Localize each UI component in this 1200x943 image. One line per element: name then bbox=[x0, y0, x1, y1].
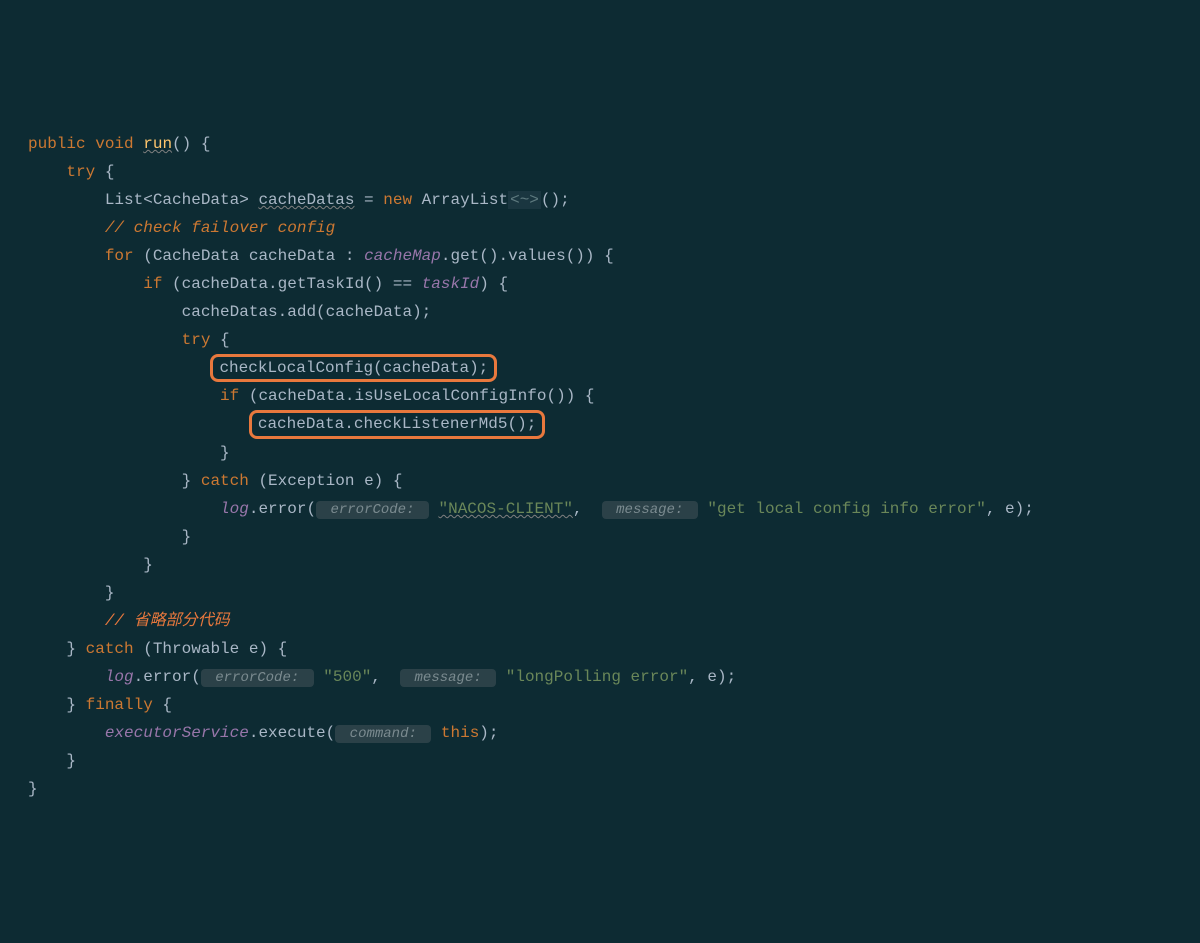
string-500: "500" bbox=[323, 668, 371, 686]
brace-close: } bbox=[66, 640, 76, 658]
comment-omitted: // 省略部分代码 bbox=[105, 612, 230, 630]
keyword-public: public bbox=[28, 135, 86, 153]
text: , e); bbox=[688, 668, 736, 686]
stmt-checklistener: cacheData.checkListenerMd5(); bbox=[258, 415, 536, 433]
text: (Throwable e) { bbox=[134, 640, 288, 658]
field-taskid: taskId bbox=[422, 275, 480, 293]
hint-message: message: bbox=[602, 501, 698, 519]
keyword-try-inner: try bbox=[182, 331, 211, 349]
text: () { bbox=[172, 135, 210, 153]
text: ) { bbox=[479, 275, 508, 293]
text: .get().values()) { bbox=[441, 247, 614, 265]
brace-close: } bbox=[28, 780, 38, 798]
brace-close: } bbox=[143, 556, 153, 574]
keyword-catch: catch bbox=[191, 472, 249, 490]
text: (); bbox=[541, 191, 570, 209]
text: (cacheData.getTaskId() == bbox=[162, 275, 421, 293]
brace-close: } bbox=[182, 472, 192, 490]
hint-errorcode-2: errorCode: bbox=[201, 669, 314, 687]
op-eq: = bbox=[354, 191, 383, 209]
brace-close: } bbox=[66, 696, 76, 714]
comma: , bbox=[371, 668, 390, 686]
field-executorservice: executorService bbox=[105, 724, 249, 742]
keyword-for: for bbox=[105, 247, 134, 265]
hint-message-2: message: bbox=[400, 669, 496, 687]
var-cachedatas: cacheDatas bbox=[258, 191, 354, 209]
highlight-box-checklocal: checkLocalConfig(cacheData); bbox=[210, 354, 497, 382]
field-log: log bbox=[220, 500, 249, 518]
keyword-this: this bbox=[441, 724, 479, 742]
text: ); bbox=[479, 724, 498, 742]
stmt-checklocal: checkLocalConfig(cacheData); bbox=[219, 359, 488, 377]
keyword-if: if bbox=[143, 275, 162, 293]
keyword-try: try bbox=[66, 163, 95, 181]
call-execute: .execute( bbox=[249, 724, 335, 742]
brace: { bbox=[153, 696, 172, 714]
text: (cacheData.isUseLocalConfigInfo()) { bbox=[239, 387, 594, 405]
hint-errorcode: errorCode: bbox=[316, 501, 429, 519]
comma: , bbox=[573, 500, 592, 518]
field-log-2: log bbox=[105, 668, 134, 686]
highlight-box-checklistener: cacheData.checkListenerMd5(); bbox=[249, 410, 545, 438]
text: , e); bbox=[986, 500, 1034, 518]
type-list: List<CacheData> bbox=[105, 191, 259, 209]
method-run: run bbox=[143, 135, 172, 153]
string-getlocal: "get local config info error" bbox=[707, 500, 985, 518]
brace: { bbox=[95, 163, 114, 181]
diamond-op: <~> bbox=[508, 191, 541, 209]
text: (CacheData cacheData : bbox=[134, 247, 364, 265]
brace-close: } bbox=[105, 584, 115, 602]
brace: { bbox=[210, 331, 229, 349]
brace-close: } bbox=[182, 528, 192, 546]
call-error-2: .error( bbox=[134, 668, 201, 686]
string-longpolling: "longPolling error" bbox=[506, 668, 688, 686]
brace-close: } bbox=[66, 752, 76, 770]
keyword-catch-outer: catch bbox=[76, 640, 134, 658]
string-nacos: "NACOS-CLIENT" bbox=[439, 500, 573, 518]
type-arraylist: ArrayList bbox=[412, 191, 508, 209]
call-error: .error( bbox=[249, 500, 316, 518]
field-cachemap: cacheMap bbox=[364, 247, 441, 265]
comment-failover: // check failover config bbox=[105, 219, 335, 237]
keyword-if-inner: if bbox=[220, 387, 239, 405]
keyword-new: new bbox=[383, 191, 412, 209]
keyword-finally: finally bbox=[76, 696, 153, 714]
text: (Exception e) { bbox=[249, 472, 403, 490]
stmt-add: cacheDatas.add(cacheData); bbox=[182, 303, 432, 321]
hint-command: command: bbox=[335, 725, 431, 743]
code-block: public void run() { try { List<CacheData… bbox=[28, 130, 1172, 803]
brace-close: } bbox=[220, 444, 230, 462]
keyword-void: void bbox=[95, 135, 133, 153]
